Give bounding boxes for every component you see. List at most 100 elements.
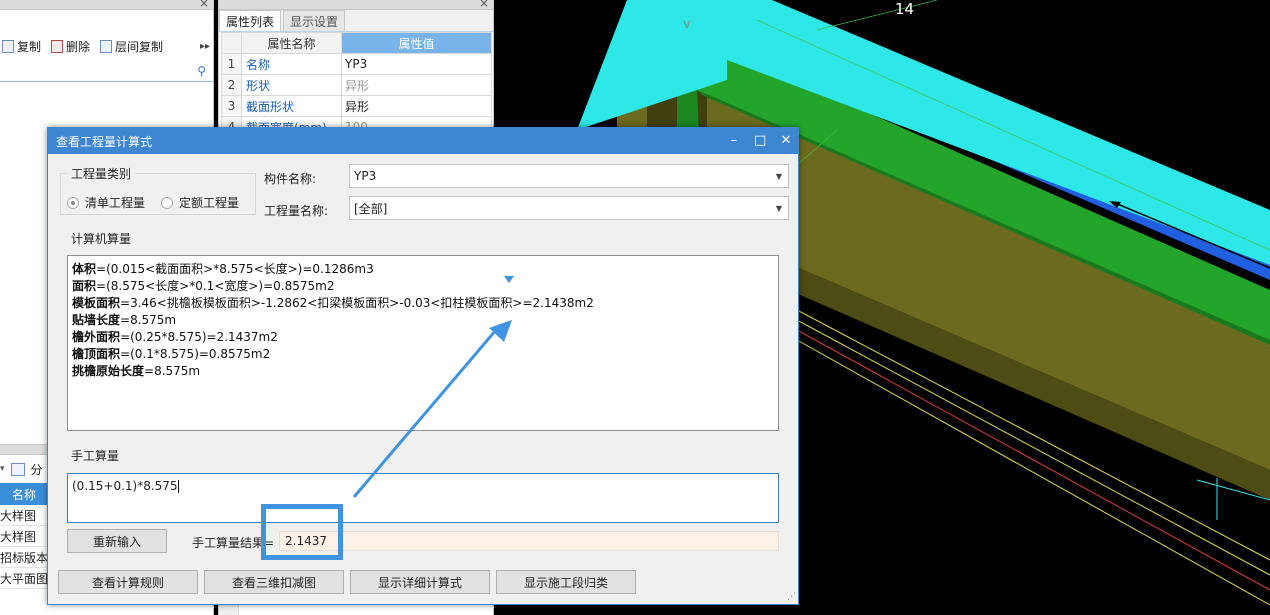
- chevron-down-icon: ▼: [775, 171, 782, 181]
- copy-icon: [2, 39, 14, 53]
- calc-line: 檐外面积=(0.25*8.575)=2.1437m2: [72, 329, 774, 346]
- group-title: 手工算量: [67, 447, 124, 464]
- quantity-type-group: 工程量类别 清单工程量 定额工程量: [60, 165, 256, 215]
- quantity-name-select[interactable]: [全部] ▼: [349, 196, 789, 220]
- calc-item-name: 檐外面积: [72, 330, 121, 344]
- floor-copy-icon: [100, 39, 113, 53]
- manual-formula-text: (0.15+0.1)*8.575: [72, 479, 178, 493]
- list-item-label: 大样图: [0, 508, 37, 523]
- search-icon[interactable]: ⚲: [197, 64, 206, 78]
- view-3d-deduction-button[interactable]: 查看三维扣减图: [204, 570, 344, 594]
- delete-label: 删除: [66, 39, 91, 54]
- row-index: 3: [221, 95, 242, 117]
- wire-green-2: [816, 0, 938, 31]
- property-name-header: 属性名称: [241, 32, 342, 54]
- panel-caption: ×: [0, 0, 213, 10]
- row-index: 2: [221, 74, 242, 96]
- panel-caption: ×: [219, 0, 493, 10]
- table-header-row: 属性名称 属性值: [221, 32, 492, 54]
- view-calc-rules-button[interactable]: 查看计算规则: [58, 570, 198, 594]
- calc-item-expr: =(8.575<长度>*0.1<宽度>)=0.8575m2: [96, 279, 335, 293]
- maximize-button[interactable]: □: [754, 128, 766, 154]
- delete-button[interactable]: 删除: [51, 38, 90, 55]
- radio-bill-quantity[interactable]: 清单工程量: [67, 194, 145, 211]
- tab-display-settings[interactable]: 显示设置: [283, 10, 346, 31]
- property-value-header: 属性值: [341, 32, 492, 54]
- calc-item-name: 面积: [72, 279, 97, 293]
- close-button[interactable]: ✕: [780, 128, 792, 154]
- property-name: 截面形状: [241, 95, 342, 117]
- copy-button[interactable]: 复制: [2, 38, 41, 55]
- reenter-button[interactable]: 重新输入: [67, 529, 167, 553]
- more-icon[interactable]: ▸▸: [200, 41, 210, 52]
- radio-label: 清单工程量: [85, 196, 146, 210]
- calc-line: 贴墙长度=8.575m: [72, 312, 774, 329]
- quantity-name-value: [全部]: [354, 201, 388, 216]
- property-value[interactable]: 异形: [341, 95, 492, 117]
- calc-line: 挑檐原始长度=8.575m: [72, 363, 774, 380]
- resize-grip-icon[interactable]: ⋰: [787, 592, 796, 602]
- calc-line: 体积=(0.015<截面面积>*8.575<长度>)=0.1286m3: [72, 261, 774, 278]
- index-header: [221, 32, 242, 54]
- chevron-down-icon: ▼: [775, 203, 782, 213]
- delete-icon: [51, 39, 64, 53]
- component-toolbar: 复制 删除 层间复制 ▸▸: [0, 33, 214, 59]
- property-name: 名称: [241, 53, 342, 75]
- axis-tick-mark: v: [683, 17, 691, 32]
- minimize-button[interactable]: –: [728, 128, 740, 154]
- close-icon[interactable]: ×: [199, 0, 209, 10]
- manual-formula-input[interactable]: (0.15+0.1)*8.575: [67, 473, 779, 523]
- radio-label: 定额工程量: [179, 196, 240, 210]
- list-item-label: 大样图: [0, 529, 37, 544]
- chevron-down-icon[interactable]: ▾: [0, 464, 5, 474]
- calc-item-expr: =8.575m: [120, 313, 177, 327]
- component-search-input[interactable]: ⚲: [0, 62, 214, 82]
- floor-copy-button[interactable]: 层间复制: [100, 38, 163, 55]
- calc-item-name: 檐顶面积: [72, 347, 121, 361]
- table-row[interactable]: 3 截面形状 异形: [221, 95, 492, 117]
- floor-copy-label: 层间复制: [115, 39, 164, 54]
- table-row[interactable]: 1 名称 YP3: [221, 53, 492, 75]
- dialog-titlebar[interactable]: 查看工程量计算式 – □ ✕: [48, 128, 798, 154]
- radio-quota-quantity[interactable]: 定额工程量: [161, 194, 239, 211]
- calc-item-expr: =(0.1*8.575)=0.8575m2: [120, 347, 271, 361]
- text-caret: [177, 480, 179, 493]
- quantity-formula-dialog: 查看工程量计算式 – □ ✕ 工程量类别 清单工程量 定额工程量 构件名称: Y…: [47, 127, 799, 605]
- calc-item-expr: =8.575m: [144, 364, 201, 378]
- calc-item-expr: =(0.015<截面面积>*8.575<长度>)=0.1286m3: [96, 262, 374, 276]
- close-icon[interactable]: ×: [479, 0, 489, 10]
- property-table: 属性名称 属性值 1 名称 YP3 2 形状 异形 3 截面形状 异形 4 截面…: [221, 32, 492, 138]
- radio-icon[interactable]: [161, 196, 173, 209]
- property-tabs: 属性列表 显示设置: [219, 10, 493, 32]
- quantity-name-label: 工程量名称:: [264, 204, 329, 218]
- calc-line: 檐顶面积=(0.1*8.575)=0.8575m2: [72, 346, 774, 363]
- table-row[interactable]: 2 形状 异形: [221, 74, 492, 96]
- manual-result-field: 2.1437: [279, 531, 779, 551]
- tab-property-list[interactable]: 属性列表: [219, 10, 282, 31]
- radio-icon[interactable]: [67, 196, 79, 209]
- dialog-title: 查看工程量计算式: [56, 134, 153, 149]
- calc-item-expr: =3.46<挑檐板模板面积>-1.2862<扣梁模板面积>-0.03<扣柱模板面…: [120, 296, 594, 310]
- component-name-value: YP3: [354, 169, 377, 183]
- group-title: 计算机算量: [67, 230, 136, 247]
- component-name-label: 构件名称:: [264, 172, 317, 186]
- show-construction-section-button[interactable]: 显示施工段归类: [496, 570, 636, 594]
- split-label[interactable]: 分: [31, 461, 43, 478]
- component-name-select[interactable]: YP3 ▼: [349, 164, 789, 188]
- calc-item-name: 挑檐原始长度: [72, 364, 145, 378]
- property-name: 形状: [241, 74, 342, 96]
- row-index: 1: [221, 53, 242, 75]
- property-value[interactable]: YP3: [341, 53, 492, 75]
- calc-item-name: 模板面积: [72, 296, 121, 310]
- copy-label: 复制: [17, 39, 42, 54]
- annotation-highlight-box: [261, 504, 343, 560]
- property-value[interactable]: 异形: [341, 74, 492, 96]
- list-item-label: 大平面图: [0, 571, 49, 586]
- computer-calc-output[interactable]: 体积=(0.015<截面面积>*8.575<长度>)=0.1286m3 面积=(…: [67, 255, 779, 431]
- calc-item-name: 贴墙长度: [72, 313, 121, 327]
- name-column-label: 名称: [12, 487, 37, 502]
- group-title: 工程量类别: [67, 165, 136, 182]
- calc-item-expr: =(0.25*8.575)=2.1437m2: [120, 330, 278, 344]
- calc-item-name: 体积: [72, 262, 97, 276]
- show-detail-formula-button[interactable]: 显示详细计算式: [350, 570, 490, 594]
